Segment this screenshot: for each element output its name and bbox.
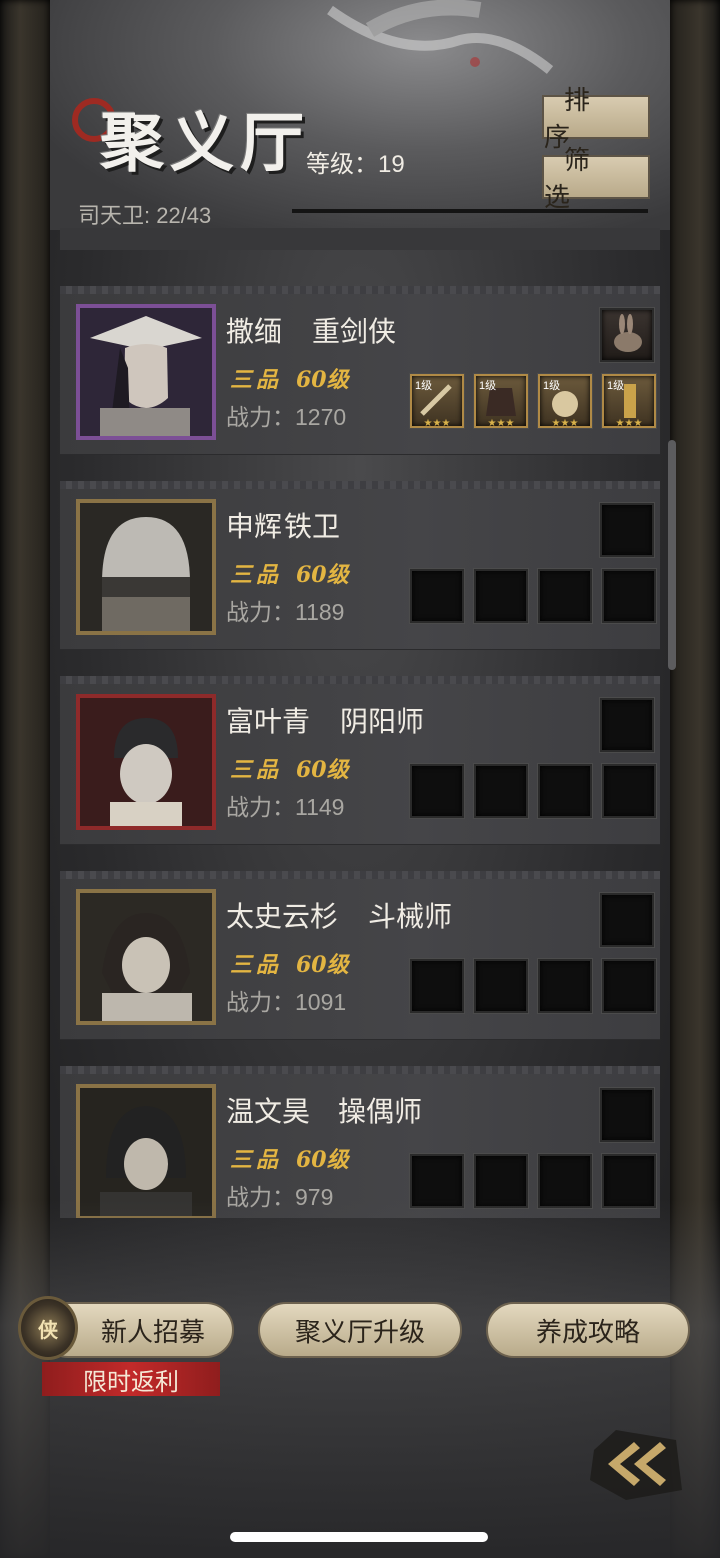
hero-name: 太史云杉 xyxy=(226,901,339,932)
hero-power: 战力：1091 xyxy=(226,989,347,1015)
previous-card-edge xyxy=(60,228,660,250)
pet-slot-empty[interactable] xyxy=(600,1088,654,1142)
back-arrows-icon[interactable] xyxy=(586,1420,686,1504)
sort-button[interactable]: 排序 xyxy=(542,86,650,153)
hero-card[interactable]: 富叶青 阴阳师 三品 60级 战力：1149 xyxy=(60,676,660,844)
rabbit-icon[interactable] xyxy=(600,308,654,362)
gear-slot-empty[interactable] xyxy=(538,764,592,818)
armor-icon[interactable]: 1级 ★★★ xyxy=(474,374,528,429)
hero-card[interactable]: 温文昊 操偶师 三品 60级 战力：979 xyxy=(60,1066,660,1218)
gear-slot-empty[interactable] xyxy=(602,764,656,818)
hero-medal-icon: 侠 xyxy=(18,1296,78,1360)
hall-level: 等级：19 xyxy=(306,151,405,178)
hero-level: 60级 xyxy=(296,757,349,783)
hero-name: 撒缅 xyxy=(226,316,283,347)
list-scrollbar[interactable] xyxy=(668,440,676,670)
hero-class: 阴阳师 xyxy=(340,706,425,737)
hero-avatar-image xyxy=(80,698,212,826)
hero-card[interactable]: 太史云杉 斗械师 三品 60级 战力：1091 xyxy=(60,871,660,1039)
gear-slot-empty[interactable] xyxy=(410,764,464,818)
pouch-icon[interactable]: 1级 ★★★ xyxy=(538,374,592,429)
sword-icon[interactable]: 1级 ★★★ xyxy=(410,374,464,429)
hero-list[interactable]: 撒缅 重剑侠 三品 60级 战力：1270 1级 ★★★ 1级 ★★★ 1级 ★… xyxy=(60,228,660,1218)
hero-avatar-image xyxy=(80,1088,212,1216)
hero-level: 60级 xyxy=(296,562,349,588)
pet-slot-empty[interactable] xyxy=(600,503,654,557)
gear-slot-empty[interactable] xyxy=(474,764,528,818)
scroll-icon[interactable]: 1级 ★★★ xyxy=(602,374,656,429)
hero-rank: 三品 xyxy=(230,952,283,978)
hero-name: 温文昊 xyxy=(226,1096,311,1127)
hero-level: 60级 xyxy=(296,952,349,978)
gear-slot-empty[interactable] xyxy=(538,959,592,1013)
hero-name: 申辉 xyxy=(226,511,283,542)
hero-portrait xyxy=(76,1084,216,1218)
hero-avatar-image xyxy=(80,893,212,1021)
filter-button[interactable]: 筛选 xyxy=(542,146,650,213)
hero-power: 战力：1189 xyxy=(226,599,345,625)
hero-power: 战力：1270 xyxy=(226,404,347,430)
pet-slot-empty[interactable] xyxy=(600,698,654,752)
gear-slot-empty[interactable] xyxy=(602,959,656,1013)
gear-slot-empty[interactable] xyxy=(602,569,656,623)
gear-slot-empty[interactable] xyxy=(538,569,592,623)
hero-card[interactable]: 申辉 铁卫 三品 60级 战力：1189 xyxy=(60,481,660,649)
hero-portrait xyxy=(76,304,216,440)
hero-name: 富叶青 xyxy=(226,706,311,737)
hero-avatar-image xyxy=(80,308,212,436)
limited-rebate-banner[interactable]: 限时返利 xyxy=(42,1362,220,1396)
pet-slot-empty[interactable] xyxy=(600,893,654,947)
hero-portrait xyxy=(76,499,216,635)
gear-slot-empty[interactable] xyxy=(474,569,528,623)
gear-slot-empty[interactable] xyxy=(410,569,464,623)
guard-count: 司天卫: 22/43 xyxy=(78,203,212,228)
hall-upgrade-button[interactable]: 聚义厅升级 xyxy=(258,1302,462,1358)
gear-slot-empty[interactable] xyxy=(410,959,464,1013)
hero-class: 操偶师 xyxy=(338,1096,423,1127)
home-indicator[interactable] xyxy=(230,1532,488,1542)
hero-rank: 三品 xyxy=(230,1147,283,1173)
hero-power: 战力：1149 xyxy=(226,794,345,820)
hero-card[interactable]: 撒缅 重剑侠 三品 60级 战力：1270 1级 ★★★ 1级 ★★★ 1级 ★… xyxy=(60,286,660,454)
hero-avatar-image xyxy=(80,503,212,631)
hero-class: 重剑侠 xyxy=(312,316,397,347)
hero-rank: 三品 xyxy=(230,367,283,393)
hero-level: 60级 xyxy=(296,1147,349,1173)
gear-slot-empty[interactable] xyxy=(474,959,528,1013)
hero-portrait xyxy=(76,889,216,1025)
training-guide-button[interactable]: 养成攻略 xyxy=(486,1302,690,1358)
title-block: 聚义厅 等级：19 xyxy=(70,90,490,181)
hero-class: 铁卫 xyxy=(284,511,341,542)
hero-level: 60级 xyxy=(296,367,349,393)
hero-rank: 三品 xyxy=(230,757,283,783)
hero-rank: 三品 xyxy=(230,562,283,588)
hero-portrait xyxy=(76,694,216,830)
hero-class: 斗械师 xyxy=(368,901,453,932)
page-title: 聚义厅 xyxy=(100,106,310,181)
